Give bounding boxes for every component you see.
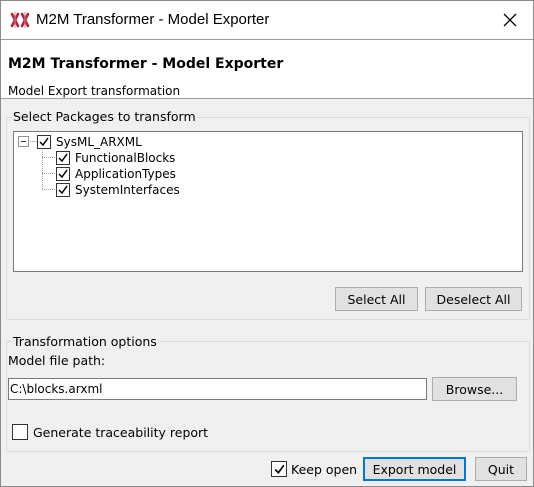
package-tree[interactable]: SysML_ARXML FunctionalBlocks Application… [13,131,523,272]
checkbox-systeminterfaces[interactable] [56,183,70,197]
browse-button[interactable]: Browse... [432,377,517,401]
checkmark-icon [274,464,284,474]
close-icon[interactable] [495,7,525,33]
keep-open-row[interactable]: Keep open [271,461,357,477]
wizard-header: M2M Transformer - Model Exporter Model E… [1,39,533,99]
checkbox-functionalblocks[interactable] [56,151,70,165]
title-bar[interactable]: M2M Transformer - Model Exporter [1,1,533,39]
header-subtitle: Model Export transformation [8,84,181,98]
header-title: M2M Transformer - Model Exporter [8,56,284,72]
checkbox-applicationtypes[interactable] [56,167,70,181]
traceability-label: Generate traceability report [33,424,209,440]
tree-node-systeminterfaces[interactable]: SystemInterfaces [56,182,180,198]
checkbox-root[interactable] [37,135,51,149]
model-file-path-label: Model file path: [8,353,106,368]
tree-node-label: ApplicationTypes [75,167,176,181]
checkmark-icon [58,169,68,179]
checkmark-icon [58,153,68,163]
dialog-window: M2M Transformer - Model Exporter M2M Tra… [0,0,534,487]
checkmark-icon [39,137,49,147]
minus-expander-icon[interactable] [18,136,29,147]
options-group-label: Transformation options [12,334,158,349]
tree-node-root[interactable]: SysML_ARXML [37,134,142,150]
model-file-path-input[interactable]: C:\blocks.arxml [8,378,427,400]
keep-open-checkbox[interactable] [271,461,287,477]
packages-group-label: Select Packages to transform [12,109,197,124]
keep-open-label: Keep open [291,461,358,477]
quit-button[interactable]: Quit [475,457,527,481]
tree-node-label: SysML_ARXML [56,135,142,149]
tree-node-label: FunctionalBlocks [75,151,176,165]
app-logo-icon [10,11,30,29]
tree-node-applicationtypes[interactable]: ApplicationTypes [56,166,176,182]
traceability-checkbox-row[interactable]: Generate traceability report [12,424,208,440]
export-model-button[interactable]: Export model [363,457,466,481]
deselect-all-button[interactable]: Deselect All [425,287,522,311]
checkmark-icon [58,185,68,195]
select-all-button[interactable]: Select All [335,287,418,311]
traceability-checkbox[interactable] [12,424,28,440]
window-title: M2M Transformer - Model Exporter [36,11,270,28]
tree-node-functionalblocks[interactable]: FunctionalBlocks [56,150,175,166]
tree-node-label: SystemInterfaces [75,183,180,197]
